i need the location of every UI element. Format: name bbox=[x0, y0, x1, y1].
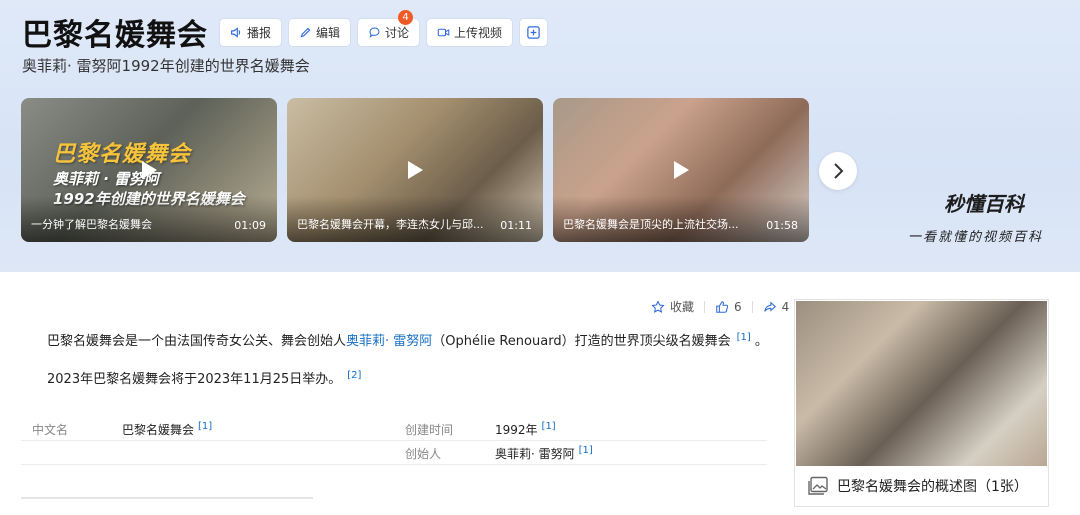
infobox-key: 创始人 bbox=[405, 447, 442, 461]
collect-button[interactable]: 收藏 bbox=[651, 298, 694, 315]
infobox-value-text: 1992年 bbox=[495, 423, 538, 437]
infobox-value: 巴黎名媛舞会 [1] bbox=[122, 421, 212, 438]
edit-button[interactable]: 编辑 bbox=[289, 18, 351, 46]
video-overlay-title: 巴黎名媛舞会 bbox=[53, 142, 192, 167]
reference-link[interactable]: [1] bbox=[579, 445, 593, 456]
play-icon bbox=[142, 161, 157, 179]
stats-row: 收藏 6 4 bbox=[651, 298, 789, 315]
share-arrow-icon bbox=[763, 300, 776, 312]
image-gallery-icon bbox=[808, 476, 828, 495]
like-button[interactable]: 6 bbox=[715, 300, 742, 314]
plus-square-icon bbox=[527, 25, 540, 39]
paragraph-text: 巴黎名媛舞会是一个由法国传奇女公关、舞会创始人 bbox=[47, 334, 347, 349]
tab-underline bbox=[21, 497, 313, 499]
paragraph-text: 2023年巴黎名媛舞会将于2023年11月25日举办。 bbox=[47, 372, 342, 387]
discuss-label: 讨论 bbox=[385, 25, 410, 40]
collect-label: 收藏 bbox=[670, 300, 695, 314]
play-broadcast-button[interactable]: 播报 bbox=[220, 18, 282, 46]
page-subtitle: 奥菲莉· 雷努阿1992年创建的世界名媛舞会 bbox=[22, 57, 310, 75]
infobox-value: 1992年 [1] bbox=[495, 421, 556, 438]
paragraph-text: （Ophélie Renouard）打造的世界顶尖级名媛舞会 bbox=[432, 334, 731, 349]
video-card-1[interactable]: 巴黎名媛舞会 奥菲莉 · 雷努阿 1992年创建的世界名媛舞会 一分钟了解巴黎名… bbox=[21, 98, 277, 242]
carousel-next-button[interactable] bbox=[819, 152, 857, 190]
infobox-value-text: 巴黎名媛舞会 bbox=[122, 423, 195, 437]
play-icon bbox=[674, 161, 689, 179]
brand-logo: 秒懂百科 bbox=[944, 192, 1024, 216]
reference-link[interactable]: [1] bbox=[198, 421, 212, 432]
video-camera-icon bbox=[437, 28, 450, 36]
video-caption: 一分钟了解巴黎名媛舞会 bbox=[31, 218, 152, 231]
thumbs-up-icon bbox=[716, 300, 729, 313]
overview-caption: 巴黎名媛舞会的概述图（1张） bbox=[837, 479, 1028, 495]
summary-paragraph-2: 2023年巴黎名媛舞会将于2023年11月25日举办。 [2] bbox=[47, 368, 361, 387]
reference-link[interactable]: [1] bbox=[542, 421, 556, 432]
speaker-icon bbox=[231, 26, 241, 38]
reference-link[interactable]: [1] bbox=[737, 332, 751, 343]
infobox-row: 中文名 巴黎名媛舞会 [1] 创建时间 1992年 [1] bbox=[21, 417, 767, 441]
summary-paragraph-1: 巴黎名媛舞会是一个由法国传奇女公关、舞会创始人奥菲莉· 雷努阿（Ophélie … bbox=[47, 330, 768, 349]
video-caption: 巴黎名媛舞会是顶尖的上流社交场... bbox=[563, 218, 739, 231]
chat-bubble-icon bbox=[369, 27, 380, 38]
chevron-right-icon bbox=[834, 163, 844, 179]
upload-video-button[interactable]: 上传视频 bbox=[427, 18, 513, 46]
divider bbox=[751, 300, 753, 313]
upload-video-label: 上传视频 bbox=[454, 25, 503, 40]
video-duration: 01:58 bbox=[766, 219, 798, 232]
play-broadcast-label: 播报 bbox=[247, 25, 272, 40]
play-icon bbox=[408, 161, 423, 179]
edit-label: 编辑 bbox=[316, 25, 341, 40]
video-duration: 01:09 bbox=[234, 219, 266, 232]
title-row: 巴黎名媛舞会 播报 编辑 讨论 4 上传视频 bbox=[22, 9, 555, 54]
overview-photo[interactable] bbox=[796, 301, 1047, 466]
share-count: 4 bbox=[781, 299, 790, 314]
divider bbox=[704, 300, 706, 313]
share-button[interactable]: 4 bbox=[763, 299, 790, 314]
founder-link[interactable]: 奥菲莉· 雷努阿 bbox=[346, 334, 432, 349]
infobox-key: 创建时间 bbox=[405, 423, 454, 437]
add-button[interactable] bbox=[520, 18, 548, 46]
overview-image-card[interactable]: 巴黎名媛舞会的概述图（1张） bbox=[794, 299, 1049, 507]
founder-value-link[interactable]: 奥菲莉· 雷努阿 bbox=[495, 447, 575, 461]
paragraph-end: 。 bbox=[754, 334, 768, 349]
video-card-3[interactable]: 巴黎名媛舞会是顶尖的上流社交场... 01:58 bbox=[553, 98, 809, 242]
discuss-count-badge: 4 bbox=[398, 9, 414, 25]
infobox-value: 奥菲莉· 雷努阿 [1] bbox=[495, 445, 593, 462]
discuss-button[interactable]: 讨论 4 bbox=[358, 9, 420, 46]
like-count: 6 bbox=[734, 299, 742, 314]
video-duration: 01:11 bbox=[500, 219, 532, 232]
overview-caption-row[interactable]: 巴黎名媛舞会的概述图（1张） bbox=[807, 476, 1028, 496]
pencil-icon bbox=[300, 27, 311, 37]
infobox-key: 中文名 bbox=[32, 423, 69, 437]
infobox-row: 创始人 奥菲莉· 雷努阿 [1] bbox=[21, 441, 767, 465]
page-title: 巴黎名媛舞会 bbox=[22, 18, 208, 53]
reference-link[interactable]: [2] bbox=[347, 370, 361, 381]
video-caption: 巴黎名媛舞会开幕，李连杰女儿与邱... bbox=[297, 218, 484, 231]
brand-tagline: 一看就懂的视频百科 bbox=[908, 230, 1044, 245]
video-card-2[interactable]: 巴黎名媛舞会开幕，李连杰女儿与邱... 01:11 bbox=[287, 98, 543, 242]
star-icon bbox=[651, 299, 665, 313]
